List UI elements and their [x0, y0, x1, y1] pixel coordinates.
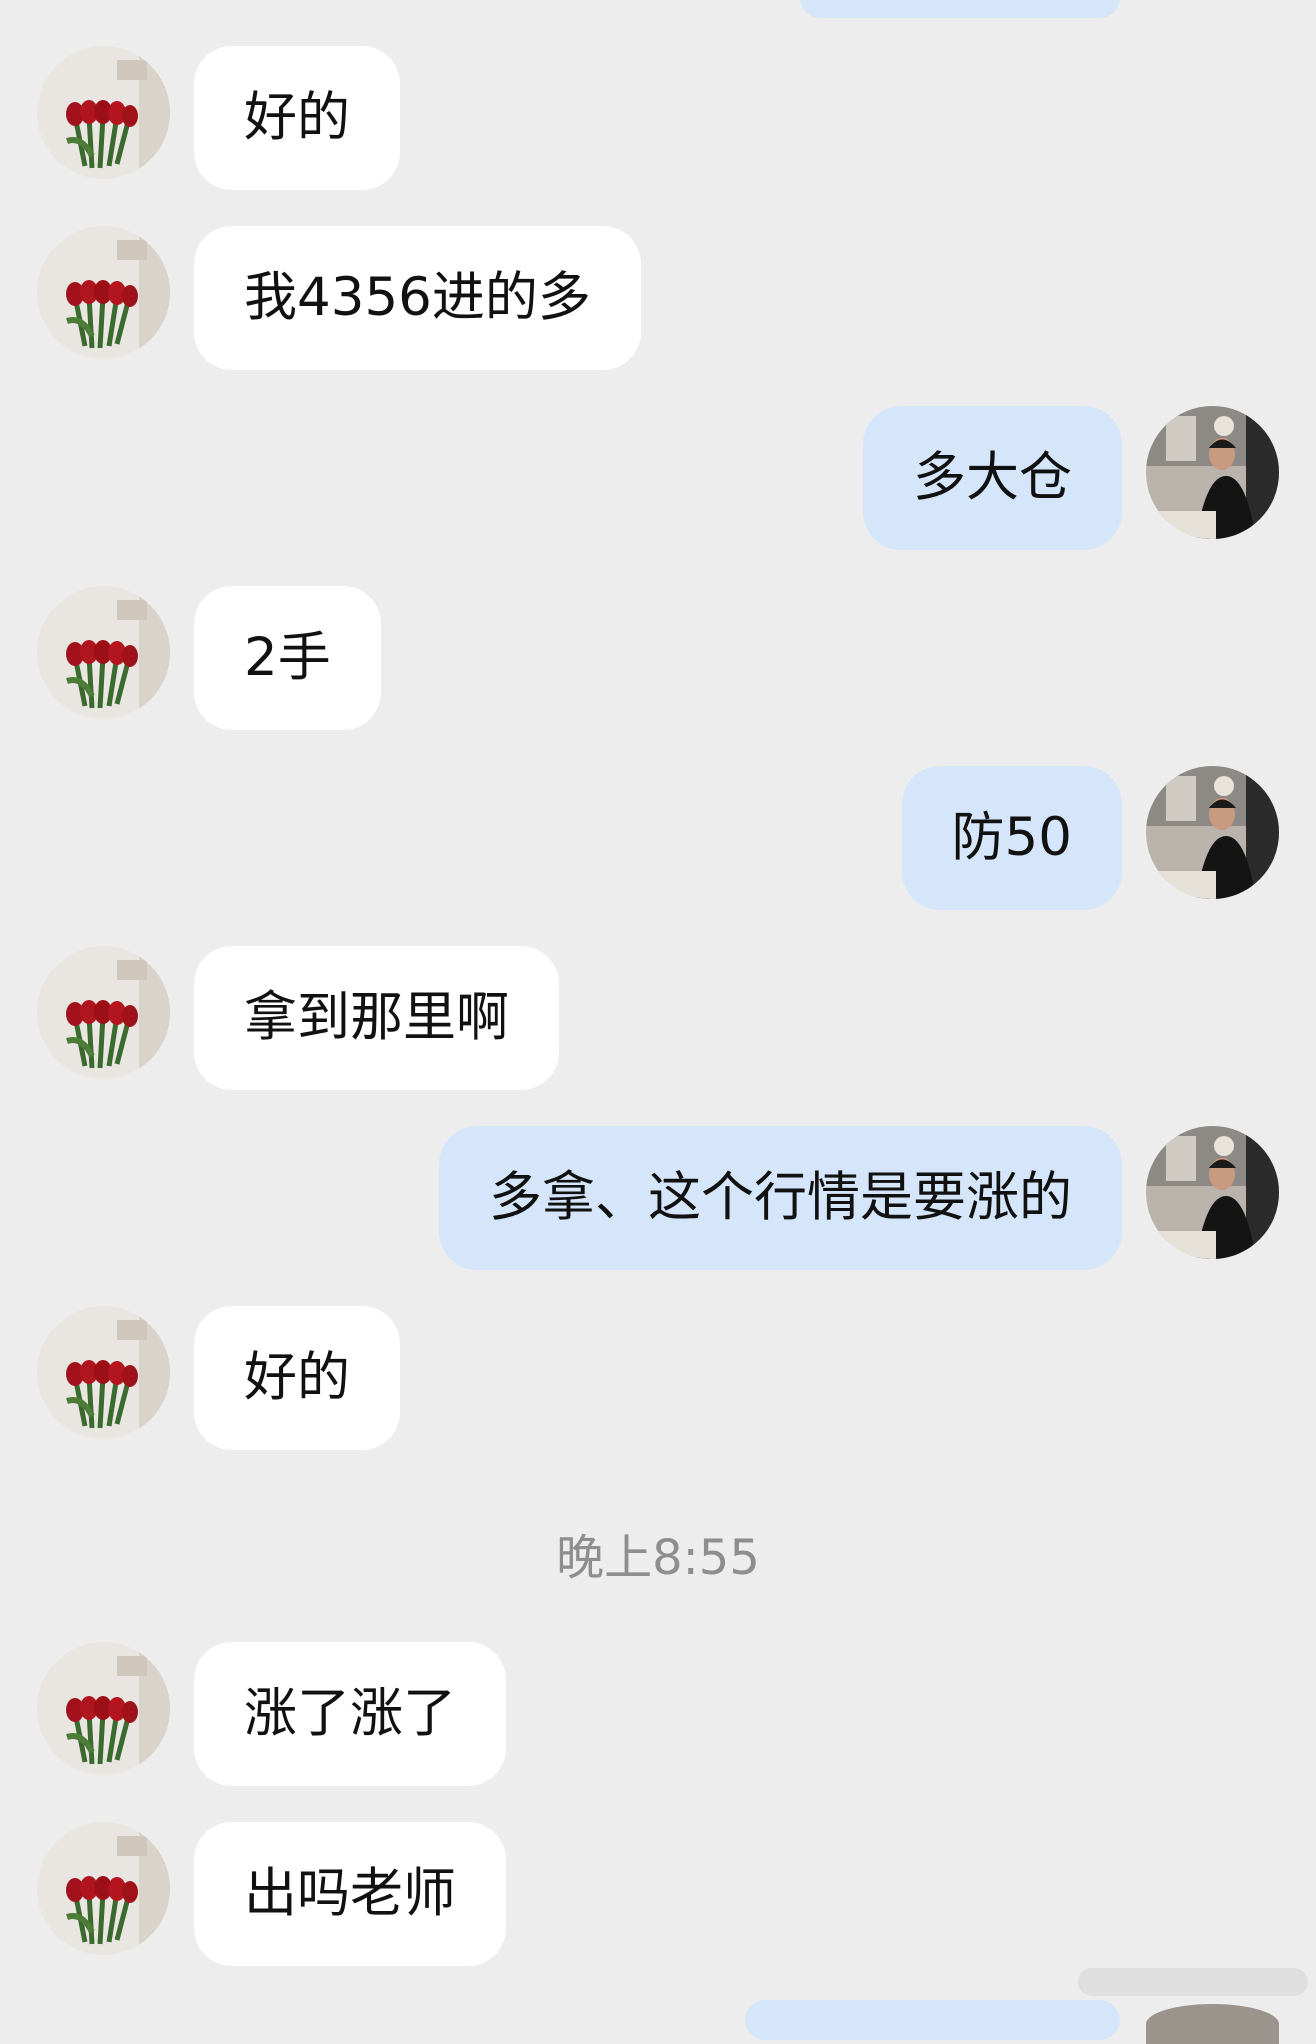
incoming-message-bubble[interactable]: 好的: [194, 1306, 400, 1450]
outgoing-message-bubble[interactable]: 多大仓: [863, 406, 1122, 550]
message-row-incoming: 涨了涨了: [0, 1642, 1316, 1786]
home-indicator[interactable]: [1078, 1968, 1308, 1996]
incoming-message-bubble[interactable]: 涨了涨了: [194, 1642, 506, 1786]
previous-message-bubble[interactable]: [800, 0, 1120, 18]
contact-avatar[interactable]: [37, 1306, 170, 1439]
incoming-message-bubble[interactable]: 出吗老师: [194, 1822, 506, 1966]
next-message-avatar[interactable]: [1146, 2004, 1279, 2044]
contact-avatar[interactable]: [37, 46, 170, 179]
message-row-incoming: 拿到那里啊: [0, 946, 1316, 1090]
incoming-message-bubble[interactable]: 2手: [194, 586, 381, 730]
message-row-incoming: 2手: [0, 586, 1316, 730]
incoming-message-bubble[interactable]: 拿到那里啊: [194, 946, 559, 1090]
message-row-outgoing: 多大仓: [0, 406, 1316, 550]
message-row-incoming: 出吗老师: [0, 1822, 1316, 1966]
next-message-bubble[interactable]: [745, 2000, 1120, 2040]
message-row-incoming: 好的: [0, 1306, 1316, 1450]
incoming-message-bubble[interactable]: 我4356进的多: [194, 226, 641, 370]
self-avatar[interactable]: [1146, 766, 1279, 899]
incoming-message-bubble[interactable]: 好的: [194, 46, 400, 190]
self-avatar[interactable]: [1146, 406, 1279, 539]
message-row-outgoing: 防50: [0, 766, 1316, 910]
contact-avatar[interactable]: [37, 946, 170, 1079]
contact-avatar[interactable]: [37, 226, 170, 359]
contact-avatar[interactable]: [37, 586, 170, 719]
contact-avatar[interactable]: [37, 1642, 170, 1775]
self-avatar[interactable]: [1146, 1126, 1279, 1259]
message-row-incoming: 好的: [0, 46, 1316, 190]
outgoing-message-bubble[interactable]: 多拿、这个行情是要涨的: [439, 1126, 1122, 1270]
message-row-outgoing: 多拿、这个行情是要涨的: [0, 1126, 1316, 1270]
message-row-incoming: 我4356进的多: [0, 226, 1316, 370]
previous-message-avatar[interactable]: [1146, 0, 1279, 10]
chat-timestamp: 晚上8:55: [556, 1530, 760, 1586]
contact-avatar[interactable]: [37, 1822, 170, 1955]
outgoing-message-bubble[interactable]: 防50: [901, 766, 1122, 910]
